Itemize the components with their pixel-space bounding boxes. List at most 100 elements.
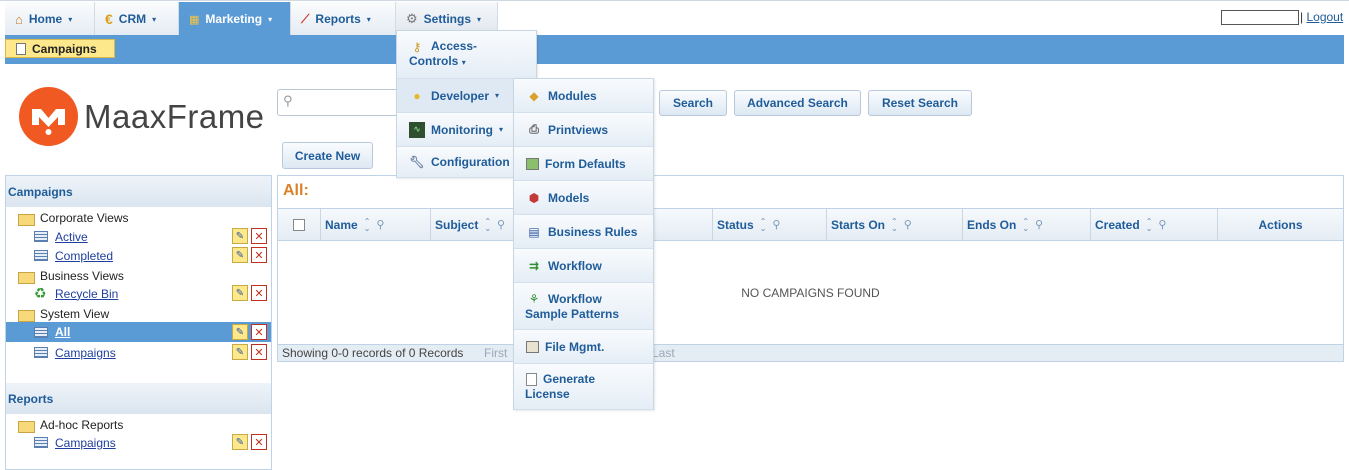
models-icon: ⬢ — [528, 190, 540, 205]
menu-item-label: Modules — [548, 88, 597, 103]
search-button[interactable]: Search — [659, 90, 727, 116]
delete-icon[interactable]: ✕ — [251, 434, 267, 450]
logo-m-icon — [32, 109, 65, 135]
sort-icon[interactable]: ⌃ ⌄ — [760, 217, 767, 232]
select-all-checkbox[interactable] — [293, 218, 305, 231]
menu-item-label: Generate — [543, 372, 596, 386]
menu-item-printviews[interactable]: ⎙ Printviews — [514, 113, 653, 147]
column-name[interactable]: Name ⌃ ⌄ ⚲ — [320, 209, 430, 240]
pager-first-link[interactable]: First — [484, 346, 507, 360]
reset-search-button[interactable]: Reset Search — [868, 90, 972, 116]
tree-folder-corporate-views[interactable]: Corporate Views — [18, 211, 129, 226]
tree-folder-adhoc-reports[interactable]: Ad-hoc Reports — [18, 418, 123, 433]
column-label: Created — [1095, 217, 1140, 232]
sort-icon[interactable]: ⌃ ⌄ — [484, 217, 491, 232]
create-new-button[interactable]: Create New — [282, 142, 373, 169]
tree-item-report-campaigns[interactable]: Campaigns ✎ ✕ — [6, 433, 271, 452]
tree-item-label: Active — [55, 229, 88, 244]
delete-icon[interactable]: ✕ — [251, 344, 267, 360]
edit-icon[interactable]: ✎ — [232, 228, 248, 244]
logout-area: | Logout — [1300, 10, 1343, 24]
tree-folder-system-view[interactable]: System View — [18, 307, 110, 322]
chevron-down-icon: ▾ — [68, 14, 73, 24]
empty-grid-message: NO CAMPAIGNS FOUND — [741, 286, 880, 300]
delete-icon[interactable]: ✕ — [251, 228, 267, 244]
menu-item-label: File Mgmt. — [545, 339, 605, 354]
menu-item-form-defaults[interactable]: Form Defaults — [514, 147, 653, 181]
chevron-down-icon: ▾ — [366, 14, 371, 24]
logo-text: MaaxFrame — [84, 97, 265, 135]
menu-item-label: Workflow — [548, 258, 602, 273]
nav-marketing-label: Marketing — [205, 12, 263, 26]
menu-item-workflow-sample-patterns[interactable]: ⚘ Workflow Sample Patterns — [514, 283, 653, 330]
menu-item-modules[interactable]: ◆ Modules — [514, 79, 653, 113]
column-status[interactable]: Status ⌃ ⌄ ⚲ — [712, 209, 826, 240]
sort-icon[interactable]: ⌃ ⌄ — [1146, 217, 1153, 232]
filter-search-icon[interactable]: ⚲ — [772, 218, 780, 231]
column-label: Subject — [435, 217, 479, 232]
menu-item-access-controls[interactable]: ⚷ Access- Controls ▾ — [397, 31, 536, 79]
sort-icon[interactable]: ⌃ ⌄ — [891, 217, 898, 232]
select-all-checkbox-cell — [278, 209, 320, 240]
filter-search-icon[interactable]: ⚲ — [497, 218, 505, 231]
edit-icon[interactable]: ✎ — [232, 434, 248, 450]
developer-submenu: ◆ Modules ⎙ Printviews Form Defaults ⬢ M… — [513, 78, 654, 410]
column-starts-on[interactable]: Starts On ⌃ ⌄ ⚲ — [826, 209, 962, 240]
menu-item-workflow[interactable]: ⇉ Workflow — [514, 249, 653, 283]
tree-folder-label: System View — [40, 307, 110, 321]
logout-link[interactable]: Logout — [1306, 10, 1343, 24]
column-created[interactable]: Created ⌃ ⌄ ⚲ — [1090, 209, 1217, 240]
tree-folder-business-views[interactable]: Business Views — [18, 269, 124, 284]
menu-item-models[interactable]: ⬢ Models — [514, 181, 653, 215]
search-input[interactable] — [277, 89, 397, 116]
filter-search-icon[interactable]: ⚲ — [376, 218, 384, 231]
folder-icon — [18, 308, 35, 322]
filter-search-icon[interactable]: ⚲ — [1035, 218, 1043, 231]
edit-icon[interactable]: ✎ — [232, 285, 248, 301]
column-ends-on[interactable]: Ends On ⌃ ⌄ ⚲ — [962, 209, 1090, 240]
book-icon: ▤ — [528, 224, 540, 239]
folder-icon — [18, 212, 35, 226]
menu-item-label: Form Defaults — [545, 156, 626, 171]
list-icon — [34, 231, 48, 242]
column-label: Actions — [1258, 217, 1303, 232]
menu-item-file-mgmt[interactable]: File Mgmt. — [514, 330, 653, 364]
search-icon: ⚲ — [283, 93, 293, 108]
grid-column-header: Name ⌃ ⌄ ⚲ Subject ⌃ ⌄ ⚲ Status ⌃ ⌄ ⚲ Start… — [278, 208, 1343, 241]
tree-item-campaigns[interactable]: Campaigns ✎ ✕ — [6, 343, 271, 362]
edit-icon[interactable]: ✎ — [232, 247, 248, 263]
tree-item-active[interactable]: Active ✎ ✕ — [6, 227, 271, 246]
line-chart-icon: ⟋ — [301, 11, 310, 26]
nav-reports-tab[interactable]: ⟋ Reports ▾ — [291, 2, 396, 36]
lightbulb-icon: ● — [413, 88, 421, 103]
menu-item-generate-license[interactable]: Generate License — [514, 364, 653, 410]
menu-item-business-rules[interactable]: ▤ Business Rules — [514, 215, 653, 249]
menu-item-label: Business Rules — [548, 224, 638, 239]
edit-icon[interactable]: ✎ — [232, 324, 248, 340]
tree-folder-label: Business Views — [40, 269, 124, 283]
advanced-search-button[interactable]: Advanced Search — [734, 90, 861, 116]
tree-item-recycle-bin[interactable]: ♻ Recycle Bin ✎ ✕ — [6, 284, 271, 303]
edit-icon[interactable]: ✎ — [232, 344, 248, 360]
delete-icon[interactable]: ✕ — [251, 285, 267, 301]
chevron-down-icon: ▾ — [498, 125, 503, 134]
delete-icon[interactable]: ✕ — [251, 247, 267, 263]
monitor-icon: ∿ — [409, 121, 425, 138]
sort-icon[interactable]: ⌃ ⌄ — [364, 217, 371, 232]
pager-last-link[interactable]: Last — [652, 346, 675, 360]
tree-item-all[interactable]: All ✎ ✕ — [6, 322, 271, 342]
delete-icon[interactable]: ✕ — [251, 324, 267, 340]
home-icon: ⌂ — [15, 11, 23, 27]
nav-home-label: Home — [28, 12, 63, 26]
column-label: Starts On — [831, 217, 886, 232]
filter-search-icon[interactable]: ⚲ — [1158, 218, 1166, 231]
maaxframe-logo-mark — [19, 87, 78, 146]
tree-item-completed[interactable]: Completed ✎ ✕ — [6, 246, 271, 265]
subbar-campaigns-tab[interactable]: Campaigns — [5, 39, 115, 58]
sort-icon[interactable]: ⌃ ⌄ — [1022, 217, 1029, 232]
nav-home-tab[interactable]: ⌂ Home ▾ — [5, 2, 95, 36]
filter-search-icon[interactable]: ⚲ — [904, 218, 912, 231]
nav-marketing-tab[interactable]: ▦ Marketing ▾ — [179, 2, 291, 36]
column-label: Status — [717, 217, 754, 232]
nav-crm-tab[interactable]: € CRM ▾ — [95, 2, 179, 36]
